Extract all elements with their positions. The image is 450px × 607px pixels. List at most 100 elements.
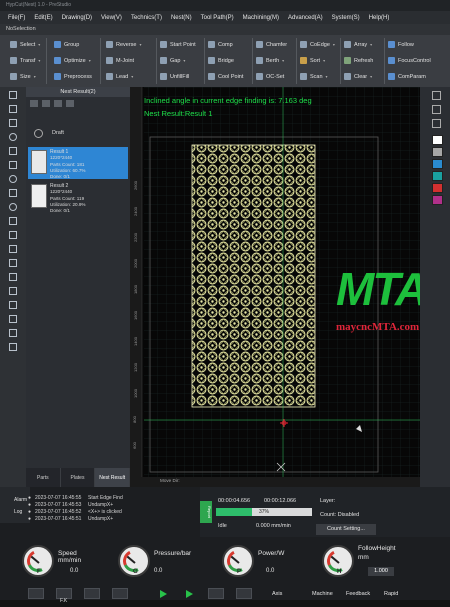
layer-tool-icon[interactable] — [9, 301, 17, 309]
dimension-tool-icon[interactable] — [9, 273, 17, 281]
fk-button[interactable]: F.K — [56, 588, 72, 604]
axis-button[interactable]: Axis — [272, 587, 282, 600]
report-button[interactable]: Report — [200, 501, 212, 523]
export-icon[interactable] — [54, 100, 62, 107]
mirror-tool-icon[interactable] — [9, 329, 17, 337]
size-button[interactable]: Size ▾ — [10, 73, 36, 80]
follow-button[interactable]: Follow — [388, 41, 414, 48]
menu-drawing[interactable]: Drawing(D) — [62, 15, 92, 21]
rapid-button[interactable]: Rapid — [384, 587, 398, 600]
settings-icon[interactable] — [432, 105, 441, 114]
y-tick-label: 600 — [131, 442, 137, 449]
node-edit-icon[interactable] — [9, 105, 17, 113]
y-tick-label: 800 — [131, 416, 137, 423]
polyline-tool-icon[interactable] — [9, 161, 17, 169]
list-item-draft[interactable]: Draft — [28, 121, 128, 147]
berth-button[interactable]: Berth ▾ — [256, 57, 284, 64]
chamfer-button[interactable]: Chamfer — [256, 41, 287, 48]
scan-button[interactable]: Scan ▾ — [300, 73, 328, 80]
rotate-tool-icon[interactable] — [9, 343, 17, 351]
menu-advanced[interactable]: Advanced(A) — [288, 15, 323, 21]
group-button[interactable]: Group — [54, 41, 79, 48]
frame-button[interactable] — [28, 588, 44, 599]
refresh-button[interactable]: Refresh — [344, 57, 373, 64]
unfill-fill-button[interactable]: UnfillFill — [160, 73, 189, 80]
tab-alarm[interactable]: Alarm — [14, 497, 27, 503]
polygon-tool-icon[interactable] — [9, 231, 17, 239]
bridge-button[interactable]: Bridge — [208, 57, 234, 64]
preprocess-button[interactable]: Preprocess — [54, 73, 92, 80]
array-button[interactable]: Array ▾ — [344, 41, 372, 48]
list-item-result-2[interactable]: Result 2 1220*2440 Parts Count: 119 Util… — [28, 181, 128, 213]
log-entry: ● 2023-07-07 16:45:51 UndampX+ — [28, 516, 114, 522]
layer-color-blue[interactable] — [432, 159, 443, 169]
ellipse-tool-icon[interactable] — [9, 203, 17, 211]
cool-point-icon — [208, 73, 215, 80]
draft-icon — [34, 129, 43, 138]
layer-color-white[interactable] — [432, 135, 443, 145]
curve-tool-icon[interactable] — [9, 189, 17, 197]
menu-system[interactable]: System(S) — [332, 15, 360, 21]
m-joint-button[interactable]: M-Joint — [106, 57, 134, 64]
circle-tool-icon[interactable] — [9, 133, 17, 141]
lead-button[interactable]: Lead ▾ — [106, 73, 133, 80]
focus-control-button[interactable]: FocusControl — [388, 57, 431, 64]
layer-color-teal[interactable] — [432, 171, 443, 181]
pause-button[interactable] — [208, 588, 224, 599]
cool-point-button[interactable]: Cool Point — [208, 73, 243, 80]
sort-button[interactable]: Sort ▾ — [300, 57, 325, 64]
resume-icon[interactable] — [186, 590, 193, 598]
stop-button[interactable] — [112, 588, 128, 599]
list-item-result-1[interactable]: Result 1 1220*2440 Parts Count: 181 Util… — [28, 147, 128, 179]
oc-set-button[interactable]: OC-Set — [256, 73, 284, 80]
reverse-button[interactable]: Reverse ▾ — [106, 41, 142, 48]
home-icon[interactable] — [66, 100, 74, 107]
oc-set-icon — [256, 73, 263, 80]
start-point-button[interactable]: Start Point — [160, 41, 196, 48]
menu-edit[interactable]: Edit(E) — [34, 15, 52, 21]
layer-color-magenta[interactable] — [432, 195, 443, 205]
machine-button[interactable]: Machine — [312, 587, 333, 600]
select-button[interactable]: Select ▾ — [10, 41, 40, 48]
measure-tool-icon[interactable] — [9, 287, 17, 295]
back-button[interactable] — [236, 588, 252, 599]
select-tool-icon[interactable] — [9, 91, 17, 99]
tab-log[interactable]: Log — [14, 509, 22, 515]
tab-nest-result[interactable]: Nest Result — [95, 468, 131, 487]
arc-tool-icon[interactable] — [9, 175, 17, 183]
star-tool-icon[interactable] — [9, 245, 17, 253]
menu-view[interactable]: View(V) — [101, 15, 122, 21]
tab-parts[interactable]: Parts — [26, 468, 61, 487]
align-tool-icon[interactable] — [9, 315, 17, 323]
close-icon[interactable] — [30, 100, 38, 107]
grid-icon[interactable] — [432, 119, 441, 128]
transf-button[interactable]: Transf ▾ — [10, 57, 40, 64]
arrow-up-icon[interactable] — [42, 100, 50, 107]
line-tool-icon[interactable] — [9, 147, 17, 155]
text-tool-icon[interactable] — [9, 259, 17, 267]
zoom-icon[interactable] — [9, 119, 17, 127]
dry-run-button[interactable] — [84, 588, 100, 599]
menu-tool-path[interactable]: Tool Path(P) — [201, 15, 234, 21]
optimize-button[interactable]: Optimize ▾ — [54, 57, 91, 64]
com-param-button[interactable]: ComParam — [388, 73, 426, 80]
layer-color-red[interactable] — [432, 183, 443, 193]
comp-button[interactable]: Comp — [208, 41, 233, 48]
layer-color-gray[interactable] — [432, 147, 443, 157]
feedback-button[interactable]: Feedback — [346, 587, 370, 600]
menu-nest[interactable]: Nest(N) — [171, 15, 192, 21]
rect-tool-icon[interactable] — [9, 217, 17, 225]
gap-button[interactable]: Gap ▾ — [160, 57, 185, 64]
tab-plates[interactable]: Plates — [61, 468, 96, 487]
coedge-button[interactable]: CoEdge ▾ — [300, 41, 335, 48]
menu-machining[interactable]: Machining(M) — [243, 15, 279, 21]
layers-icon[interactable] — [432, 91, 441, 100]
menu-help[interactable]: Help(H) — [369, 15, 390, 21]
clear-button[interactable]: Clear ▾ — [344, 73, 372, 80]
log-entry: ● 2023-07-07 16:45:52 <X+> is clicked — [28, 509, 122, 515]
menu-technics[interactable]: Technics(T) — [131, 15, 162, 21]
move-dir-label: Move Dir: — [160, 478, 180, 483]
start-icon[interactable] — [160, 590, 167, 598]
menu-file[interactable]: File(F) — [8, 15, 25, 21]
count-setting-button[interactable]: Count Setting... — [316, 524, 376, 535]
